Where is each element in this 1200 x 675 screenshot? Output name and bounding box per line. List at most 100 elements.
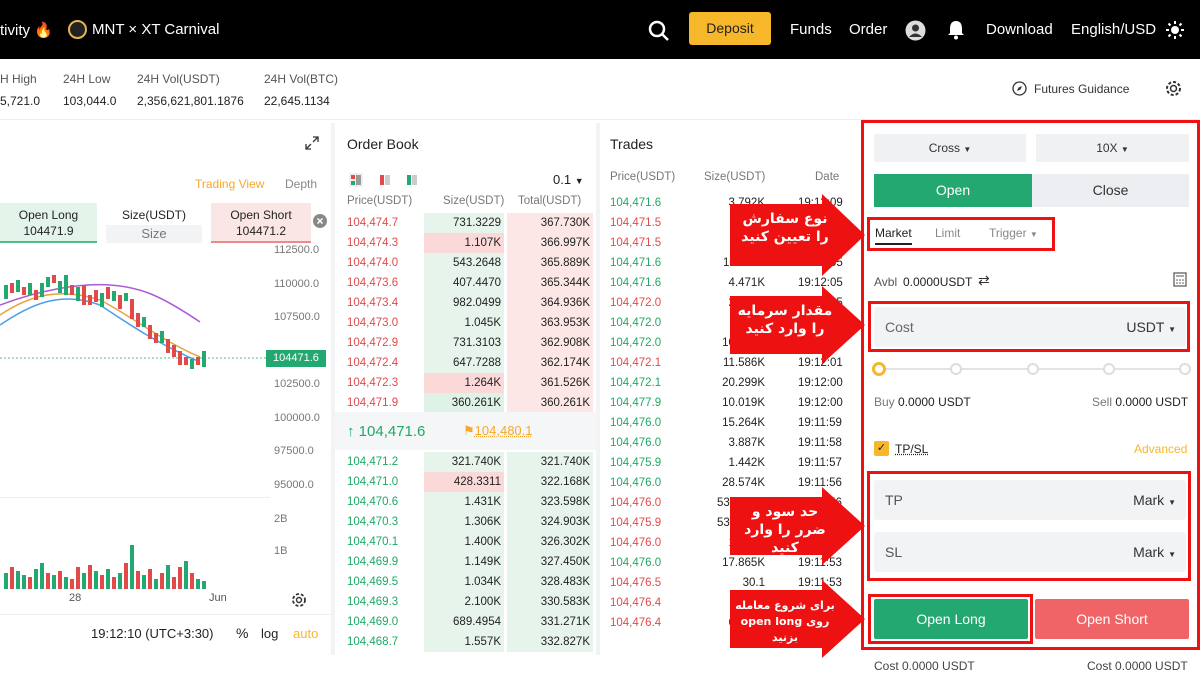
tpsl-note: حد سود و ضرر را وارد کنید [744,504,826,556]
bid-row[interactable]: 104,468.7 1.557K 332.827K [345,632,595,652]
settings-gear-icon[interactable] [1165,80,1182,97]
tp-mode-selector[interactable]: Mark ▼ [1133,492,1176,508]
log-scale-toggle[interactable]: log [261,626,278,641]
tab-close[interactable]: Close [1032,174,1189,207]
tp-input[interactable]: TP Mark ▼ [874,480,1186,520]
ob-price: 104,471.2 [347,456,399,468]
tab-depth[interactable]: Depth [285,177,317,191]
bell-icon[interactable] [947,19,965,40]
futures-guidance-link[interactable]: Futures Guidance [1034,82,1129,96]
carnival-link[interactable]: MNT × XT Carnival [92,21,219,38]
search-icon[interactable] [648,20,670,42]
quick-size-input[interactable]: Size [106,225,202,243]
close-quick-trade-icon[interactable] [313,214,327,228]
ob-col-total: Total(USDT) [518,195,582,207]
quick-open-short-value: 104471.2 [235,224,287,238]
slider-step[interactable] [1179,363,1191,375]
ask-row[interactable]: 104,474.0 543.2648 365.889K [345,253,595,273]
ob-size: 407.4470 [424,273,504,293]
order-menu[interactable]: Order [849,21,887,38]
top-navigation: tivity 🔥 MNT × XT Carnival Deposit Funds… [0,0,1200,59]
tab-market[interactable]: Market [875,226,912,245]
bid-row[interactable]: 104,470.1 1.400K 326.302K [345,532,595,552]
leverage-selector[interactable]: 10X ▼ [1036,134,1189,162]
ask-row[interactable]: 104,474.3 1.107K 366.997K [345,233,595,253]
percent-scale-toggle[interactable]: % [236,625,248,641]
ask-row[interactable]: 104,472.4 647.7288 362.174K [345,353,595,373]
ask-row[interactable]: 104,472.9 731.3103 362.908K [345,333,595,353]
precision-selector[interactable]: 0.1 ▼ [553,172,584,187]
candlestick-chart[interactable] [0,245,270,490]
bid-row[interactable]: 104,469.3 2.100K 330.583K [345,592,595,612]
deposit-button[interactable]: Deposit [689,12,771,45]
tab-open[interactable]: Open [874,174,1032,207]
tab-limit[interactable]: Limit [935,226,960,240]
ask-row[interactable]: 104,473.6 407.4470 365.344K [345,273,595,293]
bid-row[interactable]: 104,469.0 689.4954 331.271K [345,612,595,632]
calculator-icon[interactable] [1173,272,1187,287]
high-label: H High [0,72,37,86]
sl-mode-selector[interactable]: Mark ▼ [1133,544,1176,560]
ob-spread-row: ↑ 104,471.6 ⚑104,480.1 [335,412,596,450]
download-link[interactable]: Download [986,21,1053,38]
ob-price: 104,473.0 [347,317,399,329]
quick-open-short[interactable]: Open Short 104471.2 [211,203,311,243]
bid-row[interactable]: 104,471.2 321.740K 321.740K [345,452,595,472]
slider-step[interactable] [1027,363,1039,375]
ask-row[interactable]: 104,472.3 1.264K 361.526K [345,373,595,393]
quick-open-long-label: Open Long [18,208,79,222]
ob-total: 322.168K [507,472,593,492]
bid-row[interactable]: 104,471.0 428.3311 322.168K [345,472,595,492]
slider-handle[interactable] [872,362,886,376]
candles [4,275,206,369]
ask-row[interactable]: 104,473.0 1.045K 363.953K [345,313,595,333]
bid-row[interactable]: 104,469.9 1.149K 327.450K [345,552,595,572]
trades-title: Trades [610,136,654,152]
activity-link[interactable]: tivity 🔥 [0,21,53,39]
slider-step[interactable] [950,363,962,375]
auto-scale-toggle[interactable]: auto [293,626,318,641]
tab-trigger[interactable]: Trigger ▼ [989,226,1038,240]
slider-step[interactable] [1103,363,1115,375]
trade-price: 104,476.4 [610,597,662,609]
bid-row[interactable]: 104,469.5 1.034K 328.483K [345,572,595,592]
tab-trading-view[interactable]: Trading View [195,177,264,191]
ask-row[interactable]: 104,474.7 731.3229 367.730K [345,213,595,233]
chart-settings-icon[interactable] [291,592,307,608]
cost-input[interactable]: Cost USDT ▼ [874,307,1186,347]
ob-size: 321.740K [424,452,504,472]
y-tick: 107500.0 [274,311,320,323]
margin-mode-selector[interactable]: Cross ▼ [874,134,1026,162]
language-selector[interactable]: English/USD [1071,21,1156,38]
cost-unit-selector[interactable]: USDT ▼ [1126,319,1176,335]
view-asks-icon[interactable] [378,173,392,187]
quick-size-box[interactable]: Size(USDT) Size [106,203,202,243]
open-short-button[interactable]: Open Short [1035,599,1189,639]
trade-price: 104,476.0 [610,477,662,489]
start-note: برای شروع معامله روی open long بزنید [735,599,835,644]
view-both-icon[interactable] [349,173,363,187]
ob-price: 104,470.1 [347,536,399,548]
bid-row[interactable]: 104,470.6 1.431K 323.598K [345,492,595,512]
advanced-link[interactable]: Advanced [1134,442,1187,456]
ask-row[interactable]: 104,471.9 360.261K 360.261K [345,393,595,413]
trade-price: 104,471.6 [610,277,662,289]
tpsl-checkbox[interactable]: ✓ [874,441,889,456]
transfer-icon[interactable]: ⇄ [978,272,990,289]
user-avatar-icon[interactable] [905,20,926,41]
ob-price: 104,473.4 [347,297,399,309]
open-long-button[interactable]: Open Long [874,599,1028,639]
view-bids-icon[interactable] [405,173,419,187]
funds-menu[interactable]: Funds [790,21,832,38]
ob-total: 331.271K [507,612,593,632]
sl-input[interactable]: SL Mark ▼ [874,532,1186,572]
bid-row[interactable]: 104,470.3 1.306K 324.903K [345,512,595,532]
ob-price: 104,472.4 [347,357,399,369]
volume-divider [0,497,270,498]
theme-sun-icon[interactable] [1166,21,1184,39]
quick-open-long[interactable]: Open Long 104471.9 [0,203,97,243]
expand-icon[interactable] [305,136,319,150]
order-book-title: Order Book [347,136,419,152]
last-price: ↑ 104,471.6 [347,423,426,440]
ask-row[interactable]: 104,473.4 982.0499 364.936K [345,293,595,313]
